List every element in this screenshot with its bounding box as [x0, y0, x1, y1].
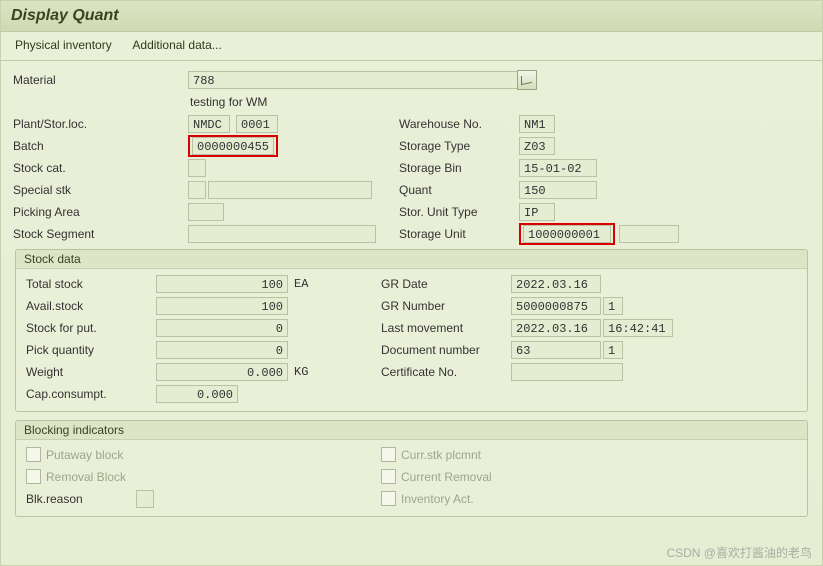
totalstock-field[interactable]: 100	[156, 275, 288, 293]
stock-data-group: Stock data Total stock100EA Avail.stock1…	[15, 249, 808, 412]
batch-label: Batch	[13, 139, 188, 153]
menu-additional-data[interactable]: Additional data...	[132, 38, 221, 52]
blocking-group: Blocking indicators Putaway block Remova…	[15, 420, 808, 517]
storageunit-label: Storage Unit	[399, 227, 519, 241]
currrem-label: Current Removal	[401, 470, 492, 484]
invact-label: Inventory Act.	[401, 492, 474, 506]
docnumber-field[interactable]: 63	[511, 341, 601, 359]
capconsumpt-field[interactable]: 0.000	[156, 385, 238, 403]
availstock-label: Avail.stock	[26, 299, 156, 313]
docpos-field[interactable]: 1	[603, 341, 623, 359]
storagetype-field[interactable]: Z03	[519, 137, 555, 155]
watermark: CSDN @喜欢打酱油的老鸟	[666, 544, 812, 561]
blocking-title: Blocking indicators	[16, 421, 807, 440]
grnumber-field[interactable]: 5000000875	[511, 297, 601, 315]
lastmv-date-field[interactable]: 2022.03.16	[511, 319, 601, 337]
removal-block-checkbox	[26, 469, 41, 484]
invact-checkbox	[381, 491, 396, 506]
storageunit-highlight: 1000000001	[519, 223, 615, 245]
weight-field[interactable]: 0.000	[156, 363, 288, 381]
sutype-label: Stor. Unit Type	[399, 205, 519, 219]
totalstock-label: Total stock	[26, 277, 156, 291]
lastmv-time-field[interactable]: 16:42:41	[603, 319, 673, 337]
sutype-field[interactable]: IP	[519, 203, 555, 221]
page-title: Display Quant	[1, 1, 822, 32]
pickqty-field[interactable]: 0	[156, 341, 288, 359]
material-f4-icon[interactable]	[517, 70, 537, 90]
storageunit-field[interactable]: 1000000001	[523, 225, 611, 243]
storagebin-field[interactable]: 15-01-02	[519, 159, 597, 177]
specialstk-label: Special stk	[13, 183, 188, 197]
uom-label: EA	[288, 277, 308, 291]
material-field[interactable]: 788	[188, 71, 518, 89]
plant-label: Plant/Stor.loc.	[13, 117, 188, 131]
lastmovement-label: Last movement	[381, 321, 511, 335]
warehouse-label: Warehouse No.	[399, 117, 519, 131]
currrem-checkbox	[381, 469, 396, 484]
stockseg-label: Stock Segment	[13, 227, 188, 241]
specialstk-field[interactable]	[188, 181, 206, 199]
stockforput-label: Stock for put.	[26, 321, 156, 335]
certno-field[interactable]	[511, 363, 623, 381]
stockseg-field[interactable]	[188, 225, 376, 243]
grnumber-label: GR Number	[381, 299, 511, 313]
removal-block-label: Removal Block	[46, 470, 126, 484]
pickqty-label: Pick quantity	[26, 343, 156, 357]
docnumber-label: Document number	[381, 343, 511, 357]
putaway-block-checkbox	[26, 447, 41, 462]
stockforput-field[interactable]: 0	[156, 319, 288, 337]
stockcat-label: Stock cat.	[13, 161, 188, 175]
storage-loc-field[interactable]: 0001	[236, 115, 278, 133]
quant-field[interactable]: 150	[519, 181, 597, 199]
blkreason-label: Blk.reason	[26, 492, 136, 506]
batch-highlight: 0000000455	[188, 135, 278, 157]
specialstk-text-field[interactable]	[208, 181, 372, 199]
stock-data-title: Stock data	[16, 250, 807, 269]
currstk-label: Curr.stk plcmnt	[401, 448, 481, 462]
stockcat-field[interactable]	[188, 159, 206, 177]
putaway-block-label: Putaway block	[46, 448, 123, 462]
certno-label: Certificate No.	[381, 365, 511, 379]
pickingarea-label: Picking Area	[13, 205, 188, 219]
material-description: testing for WM	[188, 95, 267, 109]
menubar: Physical inventory Additional data...	[1, 32, 822, 61]
grpos-field[interactable]: 1	[603, 297, 623, 315]
storagebin-label: Storage Bin	[399, 161, 519, 175]
window: Display Quant Physical inventory Additio…	[0, 0, 823, 566]
grdate-field[interactable]: 2022.03.16	[511, 275, 601, 293]
warehouse-field[interactable]: NM1	[519, 115, 555, 133]
capconsumpt-label: Cap.consumpt.	[26, 387, 156, 401]
storagetype-label: Storage Type	[399, 139, 519, 153]
availstock-field[interactable]: 100	[156, 297, 288, 315]
pickingarea-field[interactable]	[188, 203, 224, 221]
batch-field[interactable]: 0000000455	[192, 137, 274, 155]
grdate-label: GR Date	[381, 277, 511, 291]
currstk-checkbox	[381, 447, 396, 462]
blkreason-field[interactable]	[136, 490, 154, 508]
menu-physical-inventory[interactable]: Physical inventory	[15, 38, 112, 52]
storageunit-extra-field[interactable]	[619, 225, 679, 243]
quant-label: Quant	[399, 183, 519, 197]
plant-field[interactable]: NMDC	[188, 115, 230, 133]
material-label: Material	[13, 73, 188, 87]
weight-label: Weight	[26, 365, 156, 379]
weight-uom: KG	[288, 365, 308, 379]
